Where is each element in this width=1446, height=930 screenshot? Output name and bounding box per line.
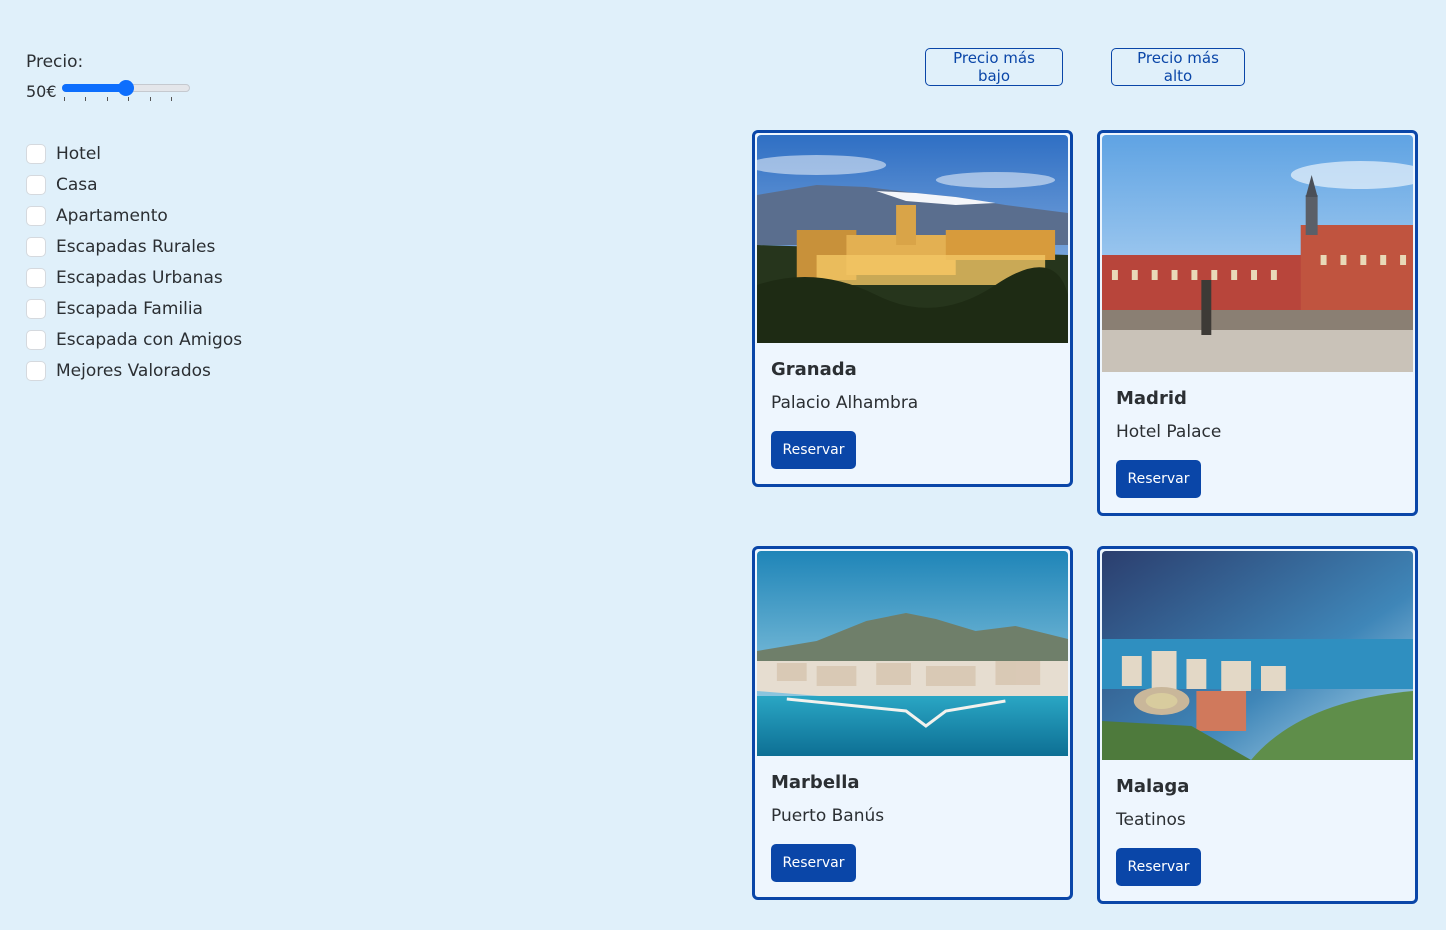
card-place: Puerto Banús	[771, 806, 885, 826]
card-body: Granada Palacio Alhambra Reservar	[755, 343, 1070, 484]
checkbox[interactable]	[26, 205, 46, 226]
checkbox[interactable]	[26, 143, 46, 164]
checkbox-item-apartamento[interactable]: Apartamento	[26, 200, 326, 231]
card-city: Madrid	[1116, 388, 1187, 409]
checkbox-label: Casa	[56, 174, 98, 195]
alhambra-illustration	[757, 135, 1068, 343]
checkbox[interactable]	[26, 298, 46, 319]
reserve-button[interactable]: Reservar	[1116, 460, 1201, 498]
reserve-button[interactable]: Reservar	[771, 844, 856, 882]
price-label: Precio:	[26, 52, 84, 72]
reserve-button[interactable]: Reservar	[1116, 848, 1201, 886]
price-slider[interactable]	[62, 80, 190, 102]
checkbox-item-escapadas-rurales[interactable]: Escapadas Rurales	[26, 231, 326, 262]
checkbox-label: Escapada con Amigos	[56, 329, 243, 350]
checkbox[interactable]	[26, 174, 46, 195]
card-body: Madrid Hotel Palace Reservar	[1100, 372, 1415, 513]
destination-card-madrid: Madrid Hotel Palace Reservar	[1097, 130, 1418, 516]
slider-tick	[128, 97, 130, 101]
reserve-button[interactable]: Reservar	[771, 431, 856, 469]
card-body: Malaga Teatinos Reservar	[1100, 760, 1415, 901]
slider-thumb[interactable]	[118, 80, 134, 96]
page: Precio: 50€ Hotel Casa Apartamento Escap…	[0, 0, 1446, 930]
card-image-malaga	[1102, 551, 1413, 760]
sort-highest-price-button[interactable]: Precio más alto	[1111, 48, 1245, 86]
price-row: 50€	[26, 80, 326, 102]
puerto-banus-illustration	[757, 551, 1068, 756]
checkbox-item-hotel[interactable]: Hotel	[26, 138, 326, 169]
slider-tick	[106, 97, 108, 101]
card-city: Malaga	[1116, 776, 1190, 797]
card-place: Palacio Alhambra	[771, 393, 919, 413]
price-value: 50€	[26, 81, 57, 101]
checkbox-item-mejores-valorados[interactable]: Mejores Valorados	[26, 355, 326, 386]
destination-card-marbella: Marbella Puerto Banús Reservar	[752, 546, 1073, 900]
card-image-marbella	[757, 551, 1068, 756]
plaza-mayor-illustration	[1102, 135, 1413, 372]
slider-tick	[149, 97, 151, 101]
checkbox[interactable]	[26, 329, 46, 350]
card-image-granada	[757, 135, 1068, 343]
slider-fill	[62, 84, 126, 92]
checkbox-label: Escapadas Urbanas	[56, 267, 223, 288]
checkbox[interactable]	[26, 267, 46, 288]
checkbox-item-escapadas-urbanas[interactable]: Escapadas Urbanas	[26, 262, 326, 293]
slider-ticks	[64, 97, 172, 102]
checkbox-label: Mejores Valorados	[56, 360, 211, 381]
destination-card-granada: Granada Palacio Alhambra Reservar	[752, 130, 1073, 487]
sort-lowest-price-button[interactable]: Precio más bajo	[925, 48, 1063, 86]
checkbox-label: Hotel	[56, 143, 102, 164]
malaga-illustration	[1102, 551, 1413, 760]
card-image-madrid	[1102, 135, 1413, 372]
card-city: Granada	[771, 359, 857, 380]
checkbox[interactable]	[26, 360, 46, 381]
card-city: Marbella	[771, 772, 860, 793]
destination-card-malaga: Malaga Teatinos Reservar	[1097, 546, 1418, 904]
category-checklist: Hotel Casa Apartamento Escapadas Rurales…	[26, 138, 326, 386]
slider-tick	[170, 97, 172, 101]
checkbox-label: Apartamento	[56, 205, 168, 226]
slider-tick	[64, 97, 65, 101]
checkbox-label: Escapadas Rurales	[56, 236, 216, 257]
filters-panel: Precio: 50€ Hotel Casa Apartamento Escap…	[26, 52, 326, 386]
card-body: Marbella Puerto Banús Reservar	[755, 756, 1070, 897]
checkbox-label: Escapada Familia	[56, 298, 203, 319]
checkbox-item-escapada-familia[interactable]: Escapada Familia	[26, 293, 326, 324]
checkbox[interactable]	[26, 236, 46, 257]
card-place: Hotel Palace	[1116, 422, 1222, 442]
checkbox-item-escapada-amigos[interactable]: Escapada con Amigos	[26, 324, 326, 355]
slider-tick	[85, 97, 87, 101]
checkbox-item-casa[interactable]: Casa	[26, 169, 326, 200]
card-place: Teatinos	[1116, 810, 1186, 830]
